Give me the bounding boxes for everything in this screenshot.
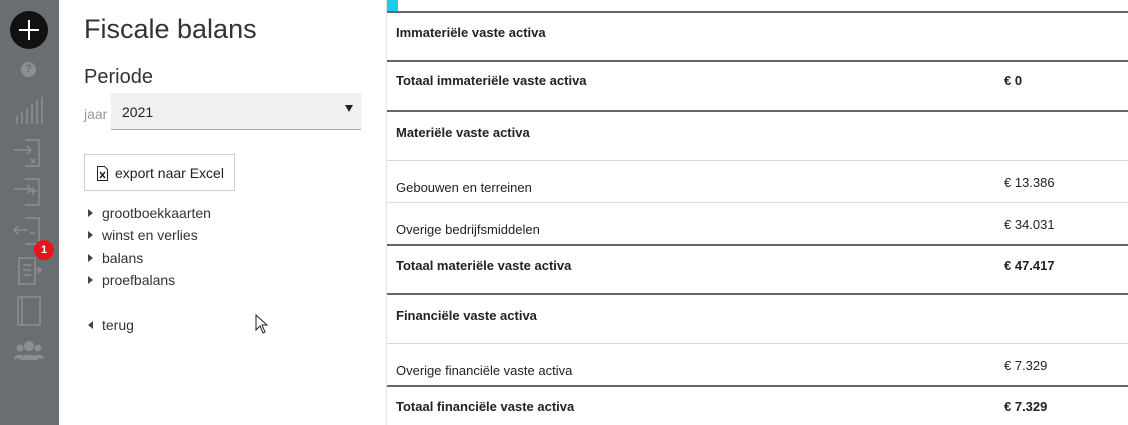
nav-item-proefbalans[interactable]: proefbalans xyxy=(88,272,175,290)
divider xyxy=(387,293,1128,295)
book-icon[interactable] xyxy=(13,296,45,326)
caret-right-icon xyxy=(88,276,93,284)
section-heading: Immateriële vaste activa xyxy=(396,25,546,40)
documents-icon[interactable] xyxy=(13,256,45,286)
icon-rail: ? 1 xyxy=(0,0,59,425)
year-select[interactable]: 2021 xyxy=(111,93,361,130)
add-entry-icon[interactable] xyxy=(13,177,45,207)
bar-chart-icon[interactable] xyxy=(13,96,45,126)
divider xyxy=(387,202,1128,203)
divider xyxy=(387,11,1128,13)
balance-table: Immateriële vaste activa Totaal immateri… xyxy=(387,0,1128,425)
total-value: € 7.329 xyxy=(1004,399,1048,414)
nav-item-winst-en-verlies[interactable]: winst en verlies xyxy=(88,227,198,245)
excel-file-icon xyxy=(97,166,108,181)
section-heading: Financiële vaste activa xyxy=(396,308,537,323)
total-value: € 47.417 xyxy=(1004,258,1055,273)
divider xyxy=(387,110,1128,112)
table-row-label: Overige bedrijfsmiddelen xyxy=(396,222,540,237)
table-row-label: Overige financiële vaste activa xyxy=(396,363,573,378)
page-title: Fiscale balans xyxy=(84,14,257,44)
export-excel-label: export naar Excel xyxy=(115,165,224,181)
mouse-cursor-icon xyxy=(255,314,269,334)
import-icon[interactable] xyxy=(13,138,45,168)
table-row-value: € 13.386 xyxy=(1004,175,1055,190)
table-row-value: € 34.031 xyxy=(1004,217,1055,232)
nav-item-grootboekkaarten[interactable]: grootboekkaarten xyxy=(88,205,211,223)
section-heading: Materiële vaste activa xyxy=(396,125,530,140)
users-icon[interactable] xyxy=(13,338,45,368)
total-label: Totaal financiële vaste activa xyxy=(396,399,575,414)
divider xyxy=(387,343,1128,344)
caret-left-icon xyxy=(88,321,93,329)
back-link[interactable]: terug xyxy=(88,317,134,335)
nav-item-balans[interactable]: balans xyxy=(88,250,143,268)
divider xyxy=(387,160,1128,161)
divider xyxy=(387,244,1128,246)
notification-badge[interactable]: 1 xyxy=(34,240,54,260)
periode-heading: Periode xyxy=(84,66,153,88)
report-panel: Fiscale balans Periode jaar 2021 export … xyxy=(59,0,387,425)
help-icon[interactable]: ? xyxy=(21,62,36,77)
jaar-label: jaar xyxy=(84,106,108,122)
chevron-down-icon xyxy=(345,105,353,112)
table-row-value: € 7.329 xyxy=(1004,358,1048,373)
total-label: Totaal immateriële vaste activa xyxy=(396,73,587,88)
table-row-label: Gebouwen en terreinen xyxy=(396,180,532,195)
caret-right-icon xyxy=(88,209,93,217)
total-value: € 0 xyxy=(1004,73,1023,88)
caret-right-icon xyxy=(88,231,93,239)
accent-marker xyxy=(387,0,398,11)
export-excel-button[interactable]: export naar Excel xyxy=(84,154,235,191)
caret-right-icon xyxy=(88,254,93,262)
total-label: Totaal materiële vaste activa xyxy=(396,258,572,273)
year-select-value: 2021 xyxy=(122,104,154,120)
divider xyxy=(387,60,1128,62)
add-icon[interactable] xyxy=(10,11,48,49)
divider xyxy=(387,385,1128,387)
